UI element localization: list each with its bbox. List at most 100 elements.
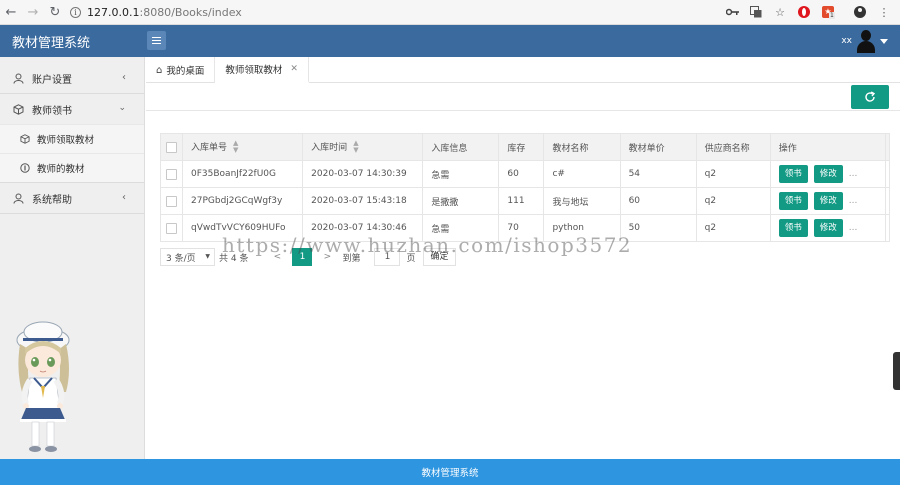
row-checkbox[interactable] [166, 168, 177, 180]
hamburger-icon [152, 37, 161, 38]
cell-stock: 60 [498, 160, 545, 188]
address-bar[interactable]: i 127.0.0.1:8080/Books/index [70, 3, 242, 22]
tab-bar: ⌂ 我的桌面 教师领取教材 ✕ [146, 57, 900, 83]
key-icon[interactable] [722, 3, 742, 21]
row-checkbox[interactable] [166, 195, 177, 207]
next-page-button[interactable]: > [320, 252, 334, 262]
borrow-button[interactable]: 领书 [778, 219, 808, 237]
more-actions[interactable]: ... [849, 169, 858, 179]
column-header: 操作 [769, 133, 886, 161]
profile-button[interactable] [850, 3, 870, 21]
avatar[interactable] [856, 29, 876, 53]
table-row: 0F35BoanJf22fU0G 2020-03-07 14:30:39 急需 … [159, 160, 891, 188]
cell-time: 2020-03-07 14:30:46 [302, 214, 424, 242]
tab-label: 教师领取教材 [225, 65, 283, 76]
column-header: 教材单价 [619, 133, 697, 161]
cell-name: python [543, 214, 621, 242]
table-row: 27PGbdj2GCqWgf3y 2020-03-07 15:43:18 是撒撒… [159, 187, 891, 215]
sidebar-item-system-help[interactable]: 系统帮助 ‹ [0, 183, 144, 213]
more-actions[interactable]: ... [849, 196, 858, 206]
app-header: 教材管理系统 xx [0, 25, 900, 57]
cell-id: 0F35BoanJf22fU0G [182, 160, 304, 188]
sidebar-item-label: 账户设置 [32, 74, 72, 86]
chevron-left-icon: ‹ [122, 192, 126, 203]
page-unit-label: 页 [406, 253, 416, 264]
extension-button[interactable]: ★ 1 [818, 3, 838, 21]
info-icon[interactable]: i [70, 6, 81, 18]
caret-down-icon[interactable] [880, 38, 888, 44]
goto-page-input[interactable]: 1 [374, 248, 401, 266]
prev-page-button[interactable]: < [270, 252, 284, 262]
username: xx [841, 36, 852, 46]
opera-icon [798, 6, 810, 18]
home-icon: ⌂ [156, 64, 163, 76]
cell-info: 急需 [422, 214, 500, 242]
table-row: qVwdTvVCY609HUFo 2020-03-07 14:30:46 急需 … [159, 214, 891, 242]
column-header[interactable]: 入库时间 ▲ ▼ [302, 133, 424, 161]
cell-name: 我与地坛 [543, 187, 621, 215]
app-title: 教材管理系统 [12, 36, 91, 51]
footer: 教材管理系统 [0, 459, 900, 485]
sidebar-item-account-settings[interactable]: 账户设置 ‹ [0, 63, 144, 93]
edit-button[interactable]: 修改 [813, 219, 843, 237]
back-icon[interactable]: ← [0, 1, 22, 23]
user-menu[interactable]: xx [841, 29, 888, 53]
close-icon[interactable]: ✕ [290, 64, 298, 74]
reload-icon[interactable]: ↻ [44, 1, 66, 23]
borrow-button[interactable]: 领书 [778, 165, 808, 183]
tab-label: 我的桌面 [166, 66, 205, 77]
page-size-select[interactable]: 3 条/页 ▼ [160, 248, 215, 266]
cell-price: 50 [619, 214, 697, 242]
cell-supplier: q2 [695, 214, 771, 242]
cube-icon [12, 103, 24, 115]
sidebar-subitem-label: 教师领取教材 [37, 135, 95, 146]
row-checkbox[interactable] [166, 222, 177, 234]
current-page[interactable]: 1 [292, 248, 313, 266]
cell-supplier: q2 [695, 160, 771, 188]
chevron-down-icon: ⌄ [118, 103, 126, 113]
sidebar-subitem-teacher-books[interactable]: 教师的教材 [0, 153, 144, 182]
forward-icon[interactable]: → [22, 1, 44, 23]
extension-badge: 1 [829, 12, 835, 19]
column-header: 供应商名称 [695, 133, 771, 161]
more-actions[interactable]: ... [849, 223, 858, 233]
sidebar-item-label: 系统帮助 [32, 194, 72, 206]
menu-toggle-button[interactable] [147, 31, 166, 50]
cell-time: 2020-03-07 15:43:18 [302, 187, 424, 215]
data-table: 入库单号 ▲ ▼ 入库时间 ▲ ▼ 入库信息 库存 教材名称 教材单价 供应商名称 操作… [159, 133, 891, 242]
sidebar-subitem-label: 教师的教材 [37, 164, 85, 175]
mascot-illustration [16, 321, 70, 452]
browser-toolbar: ← → ↻ i 127.0.0.1:8080/Books/index ☆ ★ 1 … [0, 0, 900, 25]
select-all-checkbox[interactable] [166, 141, 177, 153]
star-icon[interactable]: ☆ [770, 3, 790, 21]
cell-stock: 111 [498, 187, 545, 215]
sort-icon[interactable]: ▲ ▼ [353, 140, 358, 154]
cell-id: qVwdTvVCY609HUFo [182, 214, 304, 242]
toolbar-divider [146, 110, 900, 111]
cell-actions: 领书 修改... [769, 160, 886, 188]
cell-price: 54 [619, 160, 697, 188]
column-header[interactable]: 入库单号 ▲ ▼ [182, 133, 304, 161]
borrow-button[interactable]: 领书 [778, 192, 808, 210]
extension-icon: ★ 1 [822, 6, 835, 19]
more-icon[interactable]: ⋮ [874, 3, 894, 21]
edit-button[interactable]: 修改 [813, 165, 843, 183]
refresh-button[interactable] [851, 85, 889, 109]
sidebar-subitem-teacher-receive[interactable]: 教师领取教材 [0, 124, 144, 153]
sidebar-item-teacher-books[interactable]: 教师领书 ⌄ [0, 94, 144, 124]
side-drawer-handle[interactable] [893, 352, 900, 390]
translate-icon[interactable] [746, 3, 766, 21]
dropdown-arrow-icon: ▼ [205, 253, 210, 260]
cell-name: c# [543, 160, 621, 188]
tab-my-desktop[interactable]: ⌂ 我的桌面 [146, 57, 216, 83]
cell-time: 2020-03-07 14:30:39 [302, 160, 424, 188]
url-text[interactable]: 127.0.0.1:8080/Books/index [87, 6, 242, 19]
tab-teacher-receive[interactable]: 教师领取教材 ✕ [215, 57, 309, 83]
opera-button[interactable] [794, 3, 814, 21]
goto-confirm-button[interactable]: 确定 [423, 248, 456, 266]
edit-button[interactable]: 修改 [813, 192, 843, 210]
table-header-row: 入库单号 ▲ ▼ 入库时间 ▲ ▼ 入库信息 库存 教材名称 教材单价 供应商名称 操作 [159, 133, 891, 161]
sort-icon[interactable]: ▲ ▼ [233, 140, 238, 154]
cube-icon [20, 134, 30, 144]
user-icon [12, 192, 24, 204]
